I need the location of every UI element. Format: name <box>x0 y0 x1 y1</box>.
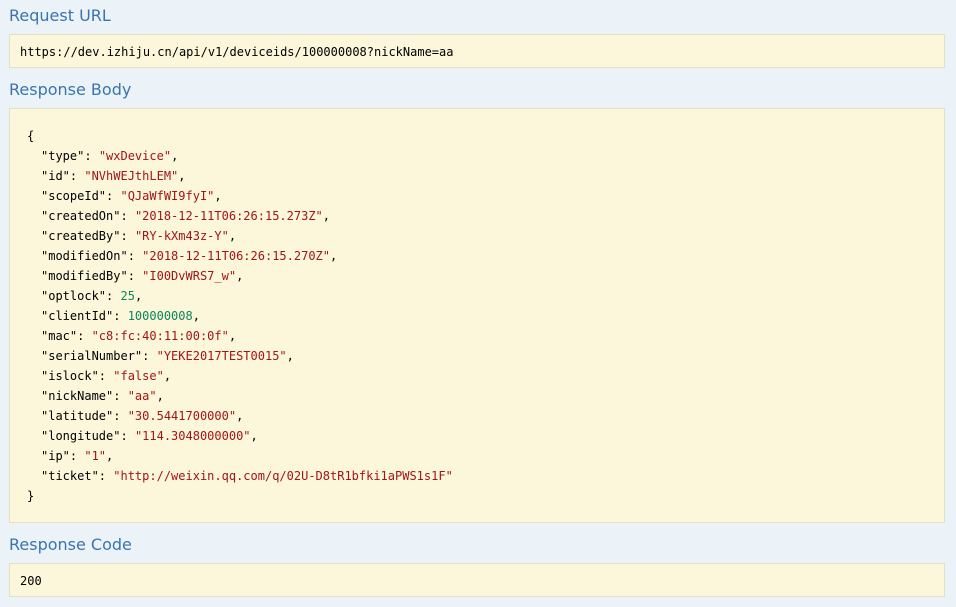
json-entry: "createdBy": "RY-kXm43z-Y", <box>27 226 944 246</box>
json-key: "mac" <box>41 329 78 343</box>
request-url-title: Request URL <box>9 6 111 25</box>
json-value: "http://weixin.qq.com/q/02U-D8tR1bfki1aP… <box>113 469 453 483</box>
json-key: "serialNumber" <box>41 349 143 363</box>
json-entry: "longitude": "114.3048000000", <box>27 426 944 446</box>
json-comma: , <box>106 449 114 463</box>
json-key: "ticket" <box>41 469 99 483</box>
json-entry: "scopeId": "QJaWfWI9fyI", <box>27 186 944 206</box>
json-key: "longitude" <box>41 429 121 443</box>
json-comma: , <box>214 189 222 203</box>
response-code-box[interactable]: 200 <box>9 563 945 597</box>
json-comma: , <box>178 169 186 183</box>
json-entry: "nickName": "aa", <box>27 386 944 406</box>
json-entry: "serialNumber": "YEKE2017TEST0015", <box>27 346 944 366</box>
response-body-box[interactable]: { "type": "wxDevice", "id": "NVhWEJthLEM"… <box>9 108 945 523</box>
json-entry: "id": "NVhWEJthLEM", <box>27 166 944 186</box>
json-value: "2018-12-11T06:26:15.273Z" <box>134 209 323 223</box>
json-entry: "islock": "false", <box>27 366 944 386</box>
json-entry: "latitude": "30.5441700000", <box>27 406 944 426</box>
json-value: 100000008 <box>127 309 193 323</box>
request-url-box[interactable]: https://dev.izhiju.cn/api/v1/deviceids/1… <box>9 34 945 68</box>
json-entry: "ticket": "http://weixin.qq.com/q/02U-D8… <box>27 466 944 486</box>
json-value: 25 <box>120 289 135 303</box>
json-comma: , <box>250 429 258 443</box>
json-entry: "modifiedOn": "2018-12-11T06:26:15.270Z"… <box>27 246 944 266</box>
json-value: "1" <box>84 449 107 463</box>
json-colon: : <box>127 249 143 263</box>
json-close-brace: } <box>27 489 35 503</box>
json-key: "modifiedBy" <box>41 269 128 283</box>
json-colon: : <box>142 349 157 363</box>
json-value: "114.3048000000" <box>134 429 251 443</box>
json-key: "ip" <box>41 449 70 463</box>
json-colon: : <box>106 189 121 203</box>
json-key: "createdOn" <box>41 209 121 223</box>
json-colon: : <box>106 289 121 303</box>
json-colon: : <box>77 329 92 343</box>
json-value: "aa" <box>127 389 157 403</box>
json-comma: , <box>330 249 338 263</box>
json-entry: "optlock": 25, <box>27 286 944 306</box>
json-comma: , <box>228 329 237 343</box>
json-entry: "type": "wxDevice", <box>27 146 944 166</box>
json-key: "modifiedOn" <box>41 249 128 263</box>
json-colon: : <box>98 369 114 383</box>
json-colon: : <box>84 149 99 163</box>
json-colon: : <box>69 449 85 463</box>
json-open-brace: { <box>27 129 35 143</box>
response-code-value[interactable]: 200 <box>20 574 42 588</box>
json-value: "false" <box>113 369 164 383</box>
json-comma: , <box>192 309 200 323</box>
json-comma: , <box>171 149 179 163</box>
json-entry: "createdOn": "2018-12-11T06:26:15.273Z", <box>27 206 944 226</box>
json-key: "type" <box>41 149 85 163</box>
json-entries: "type": "wxDevice", "id": "NVhWEJthLEM", "… <box>27 146 944 486</box>
json-value: "NVhWEJthLEM" <box>84 169 179 183</box>
json-colon: : <box>127 269 143 283</box>
json-key: "islock" <box>41 369 99 383</box>
json-key: "nickName" <box>41 389 114 403</box>
json-comma: , <box>163 369 172 383</box>
json-key: "clientId" <box>41 309 114 323</box>
json-value: "RY-kXm43z-Y" <box>134 229 229 243</box>
json-colon: : <box>120 229 135 243</box>
response-body-title: Response Body <box>9 80 132 99</box>
json-comma: , <box>156 389 164 403</box>
json-colon: : <box>98 469 114 483</box>
json-value: "2018-12-11T06:26:15.270Z" <box>142 249 330 263</box>
json-comma: , <box>236 409 244 423</box>
json-comma: , <box>236 269 244 283</box>
json-key: "latitude" <box>41 409 114 423</box>
json-value: "c8:fc:40:11:00:0f" <box>91 329 229 343</box>
json-value: "30.5441700000" <box>127 409 237 423</box>
json-entry: "modifiedBy": "I00DvWRS7_w", <box>27 266 944 286</box>
json-comma: , <box>134 289 143 303</box>
json-comma: , <box>228 229 237 243</box>
json-colon: : <box>120 209 135 223</box>
json-colon: : <box>69 169 85 183</box>
json-colon: : <box>120 429 135 443</box>
json-entry: "mac": "c8:fc:40:11:00:0f", <box>27 326 944 346</box>
json-colon: : <box>113 389 128 403</box>
json-entry: "ip": "1", <box>27 446 944 466</box>
json-key: "createdBy" <box>41 229 121 243</box>
json-colon: : <box>113 309 128 323</box>
json-value: "YEKE2017TEST0015" <box>156 349 287 363</box>
json-key: "optlock" <box>41 289 107 303</box>
json-value: "wxDevice" <box>98 149 172 163</box>
json-entry: "clientId": 100000008, <box>27 306 944 326</box>
json-colon: : <box>113 409 128 423</box>
json-key: "scopeId" <box>41 189 107 203</box>
request-url-value[interactable]: https://dev.izhiju.cn/api/v1/deviceids/1… <box>20 45 453 59</box>
json-value: "QJaWfWI9fyI" <box>120 189 215 203</box>
json-comma: , <box>286 349 294 363</box>
json-key: "id" <box>41 169 70 183</box>
json-comma: , <box>322 209 331 223</box>
response-code-title: Response Code <box>9 535 132 554</box>
json-value: "I00DvWRS7_w" <box>142 269 237 283</box>
